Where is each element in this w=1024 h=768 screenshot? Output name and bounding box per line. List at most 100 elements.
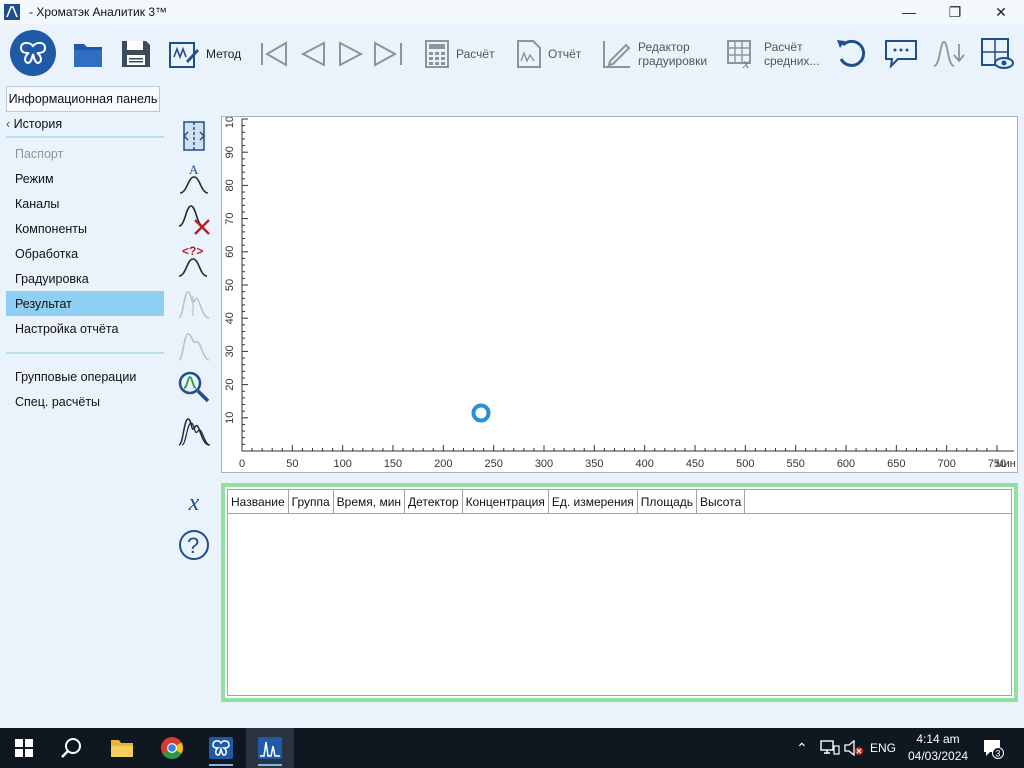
taskbar-chromatec-analytic[interactable] (246, 728, 294, 768)
peak-down-icon (933, 41, 965, 67)
app-menu-button[interactable] (10, 30, 56, 76)
y-tick-label: 40 (224, 312, 236, 324)
y-tick-label: 70 (224, 212, 236, 224)
notifications-button[interactable]: 3 (982, 728, 1004, 768)
nav-item-channels[interactable]: Каналы (6, 191, 164, 216)
col-header-area[interactable]: Площадь (638, 490, 698, 514)
baseline-marker-icon (182, 121, 206, 151)
col-header-detector[interactable]: Детектор (405, 490, 463, 514)
open-button[interactable] (72, 26, 104, 82)
app-icon (4, 4, 20, 20)
previous-icon (300, 41, 325, 67)
help-icon: ? (179, 530, 209, 560)
identify-peak-tool[interactable]: <?> (176, 242, 212, 278)
calibration-editor-label-line2: градуировки (638, 54, 708, 68)
taskbar-chrome[interactable] (148, 728, 196, 768)
col-header-time[interactable]: Время, мин (334, 490, 406, 514)
maximize-button[interactable]: ❐ (932, 0, 978, 24)
zoom-peak-tool[interactable] (176, 369, 212, 405)
butterfly-icon (209, 737, 233, 759)
nav-item-result[interactable]: Результат (6, 291, 164, 316)
nav-item-components[interactable]: Компоненты (6, 216, 164, 241)
calibration-editor-label-line1: Редактор (638, 40, 690, 54)
network-status[interactable] (820, 728, 840, 768)
overlay-peaks-tool[interactable] (176, 412, 212, 448)
col-header-concentration[interactable]: Концентрация (463, 490, 549, 514)
x-tick-label: 550 (786, 458, 804, 470)
taskbar-explorer[interactable] (98, 728, 146, 768)
col-header-name[interactable]: Название (228, 490, 289, 514)
method-button[interactable]: Метод (168, 26, 241, 82)
nav-item-report-settings[interactable]: Настройка отчёта (6, 316, 164, 341)
windows-icon (15, 739, 33, 757)
results-table[interactable]: Название Группа Время, мин Детектор Конц… (227, 489, 1012, 696)
chromatogram-chart[interactable]: 10 20 30 40 50 60 70 80 90 100 0 50 100 150 200 250 300 3… (221, 116, 1018, 473)
svg-text:x: x (742, 57, 750, 69)
save-button[interactable] (120, 26, 152, 82)
info-panel-button[interactable]: Информационная панель (6, 86, 160, 112)
split-peak-tool[interactable] (176, 285, 212, 321)
chevron-up-icon[interactable]: ⌃ (796, 740, 808, 757)
formula-icon: x (188, 489, 200, 516)
undo-button[interactable] (834, 26, 868, 82)
svg-text:A: A (189, 162, 199, 177)
calibration-editor-label: Редактор градуировки (638, 40, 707, 68)
previous-button[interactable] (298, 26, 328, 82)
nav-item-calibration[interactable]: Градуировка (6, 266, 164, 291)
nav-item-group-operations[interactable]: Групповые операции (6, 364, 164, 389)
x-tick-label: 0 (239, 458, 245, 470)
last-button[interactable] (372, 26, 406, 82)
comment-button[interactable] (884, 26, 918, 82)
comment-icon (885, 40, 917, 69)
search-icon (61, 738, 81, 758)
view-chromatogram-button[interactable] (980, 26, 1014, 82)
average-calc-button[interactable]: x Расчёт средних... (726, 26, 819, 82)
next-button[interactable] (336, 26, 366, 82)
minimize-button[interactable]: — (886, 0, 932, 24)
delete-peak-tool[interactable] (176, 201, 212, 237)
search-button[interactable] (48, 728, 96, 768)
y-tick-label: 20 (224, 378, 236, 390)
chart-view-icon (981, 38, 1014, 69)
language-indicator[interactable]: ENG (870, 728, 896, 768)
first-button[interactable] (258, 26, 290, 82)
peak-sort-button[interactable] (932, 26, 966, 82)
history-label: История (13, 117, 63, 131)
col-header-group[interactable]: Группа (289, 490, 334, 514)
report-button[interactable]: Отчёт (516, 26, 581, 82)
volume-status[interactable] (844, 728, 864, 768)
average-calc-label: Расчёт средних... (764, 40, 819, 68)
nav-item-processing[interactable]: Обработка (6, 241, 164, 266)
calculator-icon (425, 40, 449, 68)
sidebar-divider-2 (6, 352, 164, 354)
close-button[interactable]: ✕ (978, 0, 1024, 24)
y-tick-label: 100 (224, 117, 236, 128)
help-tool[interactable]: ? (176, 527, 212, 563)
loading-spinner-icon (471, 403, 491, 423)
col-header-unit[interactable]: Ед. измерения (549, 490, 638, 514)
calibration-editor-button[interactable]: Редактор градуировки (602, 26, 707, 82)
baseline-tool[interactable] (176, 118, 212, 154)
nav-item-mode[interactable]: Режим (6, 166, 164, 191)
start-button[interactable] (0, 728, 48, 768)
network-icon (820, 740, 840, 755)
y-tick-label: 30 (224, 345, 236, 357)
clock[interactable]: 4:14 am 04/03/2024 (908, 731, 968, 765)
skip-last-icon (374, 41, 402, 67)
report-icon (517, 40, 541, 68)
nav-item-passport[interactable]: Паспорт (6, 141, 164, 166)
merge-peak-tool[interactable] (176, 327, 212, 363)
taskbar-chromatec-launcher[interactable] (197, 728, 245, 768)
x-tick-label: 700 (937, 458, 955, 470)
x-tick-label: 300 (535, 458, 553, 470)
peak-label-tool[interactable]: A (176, 160, 212, 196)
formula-tool[interactable]: x (176, 485, 212, 521)
svg-text:<?>: <?> (182, 244, 203, 258)
calc-button[interactable]: Расчёт (424, 26, 495, 82)
nav-item-special-calcs[interactable]: Спец. расчёты (6, 389, 164, 414)
x-tick-label: 50 (286, 458, 298, 470)
col-header-height[interactable]: Высота (697, 490, 746, 514)
clock-time: 4:14 am (916, 732, 960, 746)
save-icon (122, 41, 150, 67)
history-link[interactable]: ‹ История (6, 117, 62, 131)
